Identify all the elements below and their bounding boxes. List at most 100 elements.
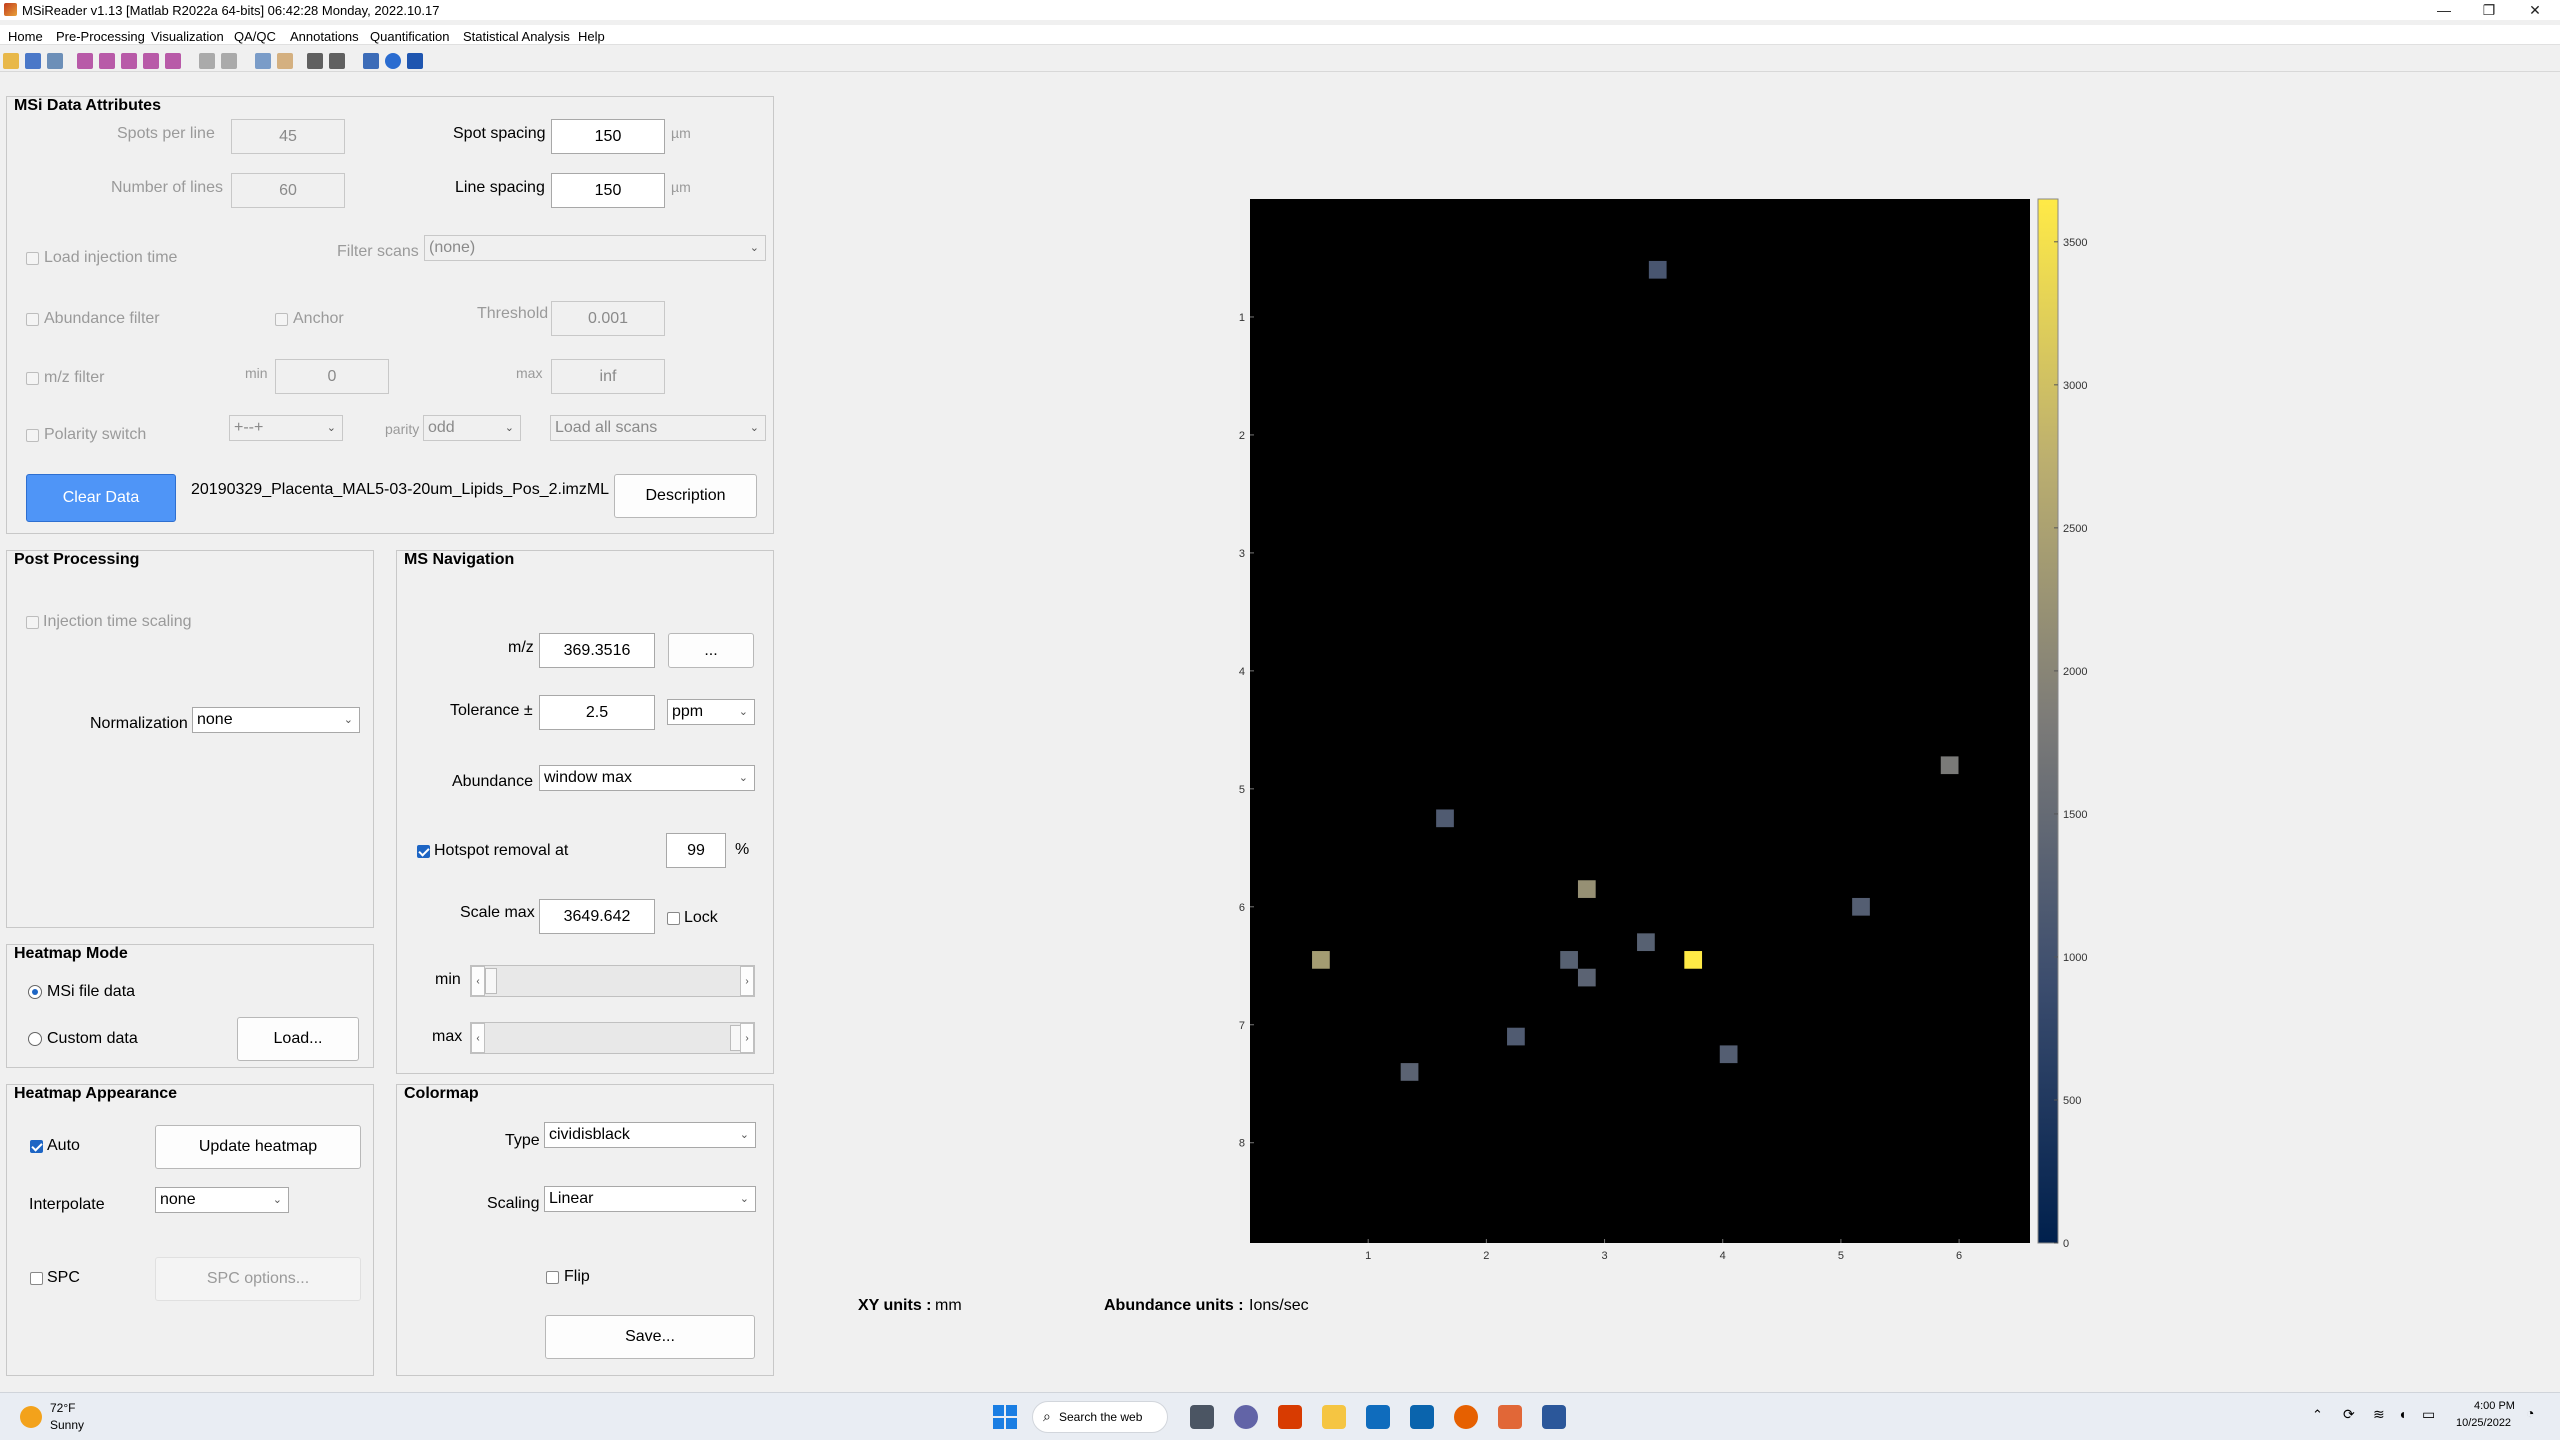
font-increase-icon[interactable] xyxy=(307,53,323,69)
load-injection-checkbox[interactable] xyxy=(26,252,39,265)
abundance-label: Abundance xyxy=(452,773,533,790)
min-slider[interactable]: ‹ › xyxy=(470,965,755,997)
max-slider[interactable]: ‹ › xyxy=(470,1022,755,1054)
menu-home[interactable]: Home xyxy=(8,29,43,44)
menu-pre-processing[interactable]: Pre-Processing xyxy=(56,29,145,44)
hotspot-removal-checkbox[interactable] xyxy=(417,845,430,858)
open-folder-icon[interactable] xyxy=(3,53,19,69)
sync-icon[interactable]: ⟳ xyxy=(2343,1406,2355,1423)
spc-options-button[interactable]: SPC options... xyxy=(155,1257,361,1301)
link-tool-icon[interactable] xyxy=(165,53,181,69)
menu-visualization[interactable]: Visualization xyxy=(151,29,224,44)
description-button[interactable]: Description xyxy=(614,474,757,518)
mz-filter-checkbox[interactable] xyxy=(26,372,39,385)
mz-browse-button[interactable]: ... xyxy=(668,633,754,668)
load-button[interactable]: Load... xyxy=(237,1017,359,1061)
tolerance-unit-dropdown[interactable]: ppm ⌄ xyxy=(667,699,755,725)
scaling-dropdown[interactable]: Linear ⌄ xyxy=(544,1186,756,1212)
menu-help[interactable]: Help xyxy=(578,29,605,44)
lock-checkbox[interactable] xyxy=(667,912,680,925)
scans-dropdown[interactable]: Load all scans ⌄ xyxy=(550,415,766,441)
windows-start-icon[interactable] xyxy=(993,1405,1017,1429)
threshold-field[interactable]: 0.001 xyxy=(551,301,665,336)
save-icon[interactable] xyxy=(25,53,41,69)
battery-icon[interactable]: ▭ xyxy=(2422,1406,2435,1423)
menu-statistical-analysis[interactable]: Statistical Analysis xyxy=(463,29,570,44)
pan-hand-icon[interactable] xyxy=(277,53,293,69)
interpolate-dropdown[interactable]: none ⌄ xyxy=(155,1187,289,1213)
slider-left-arrow-icon[interactable]: ‹ xyxy=(471,966,485,996)
info-icon[interactable] xyxy=(407,53,423,69)
spectra-compare-icon[interactable] xyxy=(121,53,137,69)
save-button[interactable]: Save... xyxy=(545,1315,755,1359)
save-all-icon[interactable] xyxy=(47,53,63,69)
filter-scans-dropdown[interactable]: (none) ⌄ xyxy=(424,235,766,261)
font-decrease-icon[interactable] xyxy=(329,53,345,69)
chart-tool-icon[interactable] xyxy=(199,53,215,69)
wifi-icon[interactable]: ≋ xyxy=(2373,1406,2385,1423)
word-icon[interactable] xyxy=(1542,1405,1566,1429)
sun-weather-icon[interactable] xyxy=(20,1406,42,1428)
restore-icon[interactable]: ❐ xyxy=(2468,0,2510,20)
heatmap-plot-area[interactable] xyxy=(1250,199,2030,1243)
menu-qa-qc[interactable]: QA/QC xyxy=(234,29,276,44)
parity-dropdown[interactable]: odd ⌄ xyxy=(423,415,521,441)
mail-icon[interactable] xyxy=(1410,1405,1434,1429)
firefox-icon[interactable] xyxy=(1454,1405,1478,1429)
custom-data-radio[interactable] xyxy=(28,1032,42,1046)
teams-chat-icon[interactable] xyxy=(1234,1405,1258,1429)
anchor-checkbox[interactable] xyxy=(275,313,288,326)
clear-data-button[interactable]: Clear Data xyxy=(26,474,176,522)
mz-max-field[interactable]: inf xyxy=(551,359,665,394)
abundance-dropdown[interactable]: window max ⌄ xyxy=(539,765,755,791)
flip-checkbox[interactable] xyxy=(546,1271,559,1284)
notification-bell-icon[interactable]: ◔ xyxy=(2526,1405,2534,1421)
auto-checkbox[interactable] xyxy=(30,1140,43,1153)
update-heatmap-button[interactable]: Update heatmap xyxy=(155,1125,361,1169)
msi-file-data-radio[interactable] xyxy=(28,985,42,999)
help-icon[interactable] xyxy=(385,53,401,69)
line-spacing-field[interactable]: 150 xyxy=(551,173,665,208)
taskbar-search-box[interactable]: ⌕ Search the web xyxy=(1032,1401,1168,1433)
slider-left-arrow-icon[interactable]: ‹ xyxy=(471,1023,485,1053)
number-of-lines-field[interactable]: 60 xyxy=(231,173,345,208)
panel-title: Post Processing xyxy=(14,551,140,568)
spectrum-tool-icon[interactable] xyxy=(77,53,93,69)
menu-quantification[interactable]: Quantification xyxy=(370,29,450,44)
abundance-filter-checkbox[interactable] xyxy=(26,313,39,326)
taskbar: 72°F Sunny ⌕ Search the web ⌃ ⟳ ≋ ◖ ▭ 4:… xyxy=(0,1392,2560,1440)
hotspot-percent-field[interactable]: 99 xyxy=(666,833,726,868)
mz-min-field[interactable]: 0 xyxy=(275,359,389,394)
volume-icon[interactable]: ◖ xyxy=(2398,1406,2406,1422)
minimize-icon[interactable]: — xyxy=(2423,0,2465,20)
slider-right-arrow-icon[interactable]: › xyxy=(740,966,754,996)
file-explorer-icon[interactable] xyxy=(1322,1405,1346,1429)
mz-value-field[interactable]: 369.3516 xyxy=(539,633,655,668)
peak-tool-icon[interactable] xyxy=(99,53,115,69)
slider-right-arrow-icon[interactable]: › xyxy=(740,1023,754,1053)
close-icon[interactable]: ✕ xyxy=(2514,0,2556,20)
matlab-taskbar-icon[interactable] xyxy=(1498,1405,1522,1429)
polarity-switch-checkbox[interactable] xyxy=(26,429,39,442)
chart-edit-icon[interactable] xyxy=(221,53,237,69)
store-icon[interactable] xyxy=(1366,1405,1390,1429)
chevron-up-icon[interactable]: ⌃ xyxy=(2312,1407,2323,1423)
polarity-dropdown[interactable]: +--+ ⌄ xyxy=(229,415,343,441)
task-view-icon[interactable] xyxy=(1190,1405,1214,1429)
office-icon[interactable] xyxy=(1278,1405,1302,1429)
spot-spacing-field[interactable]: 150 xyxy=(551,119,665,154)
scale-max-field[interactable]: 3649.642 xyxy=(539,899,655,934)
spectra-overlay-icon[interactable] xyxy=(143,53,159,69)
menu-annotations[interactable]: Annotations xyxy=(290,29,359,44)
zoom-icon[interactable] xyxy=(255,53,271,69)
spc-checkbox[interactable] xyxy=(30,1272,43,1285)
min-slider-thumb[interactable] xyxy=(485,968,497,994)
heatmap-chart[interactable]: 1 2 3 4 5 6 1 2 3 4 5 6 7 8 0 500 1000 1500 2000 2500 3000 35… xyxy=(1230,190,2130,1270)
y-tick-label: 5 xyxy=(1239,784,1245,796)
spots-per-line-field[interactable]: 45 xyxy=(231,119,345,154)
tolerance-field[interactable]: 2.5 xyxy=(539,695,655,730)
injection-time-scaling-checkbox[interactable] xyxy=(26,616,39,629)
colormap-type-dropdown[interactable]: cividisblack ⌄ xyxy=(544,1122,756,1148)
normalization-dropdown[interactable]: none ⌄ xyxy=(192,707,360,733)
settings-gear-icon[interactable] xyxy=(363,53,379,69)
